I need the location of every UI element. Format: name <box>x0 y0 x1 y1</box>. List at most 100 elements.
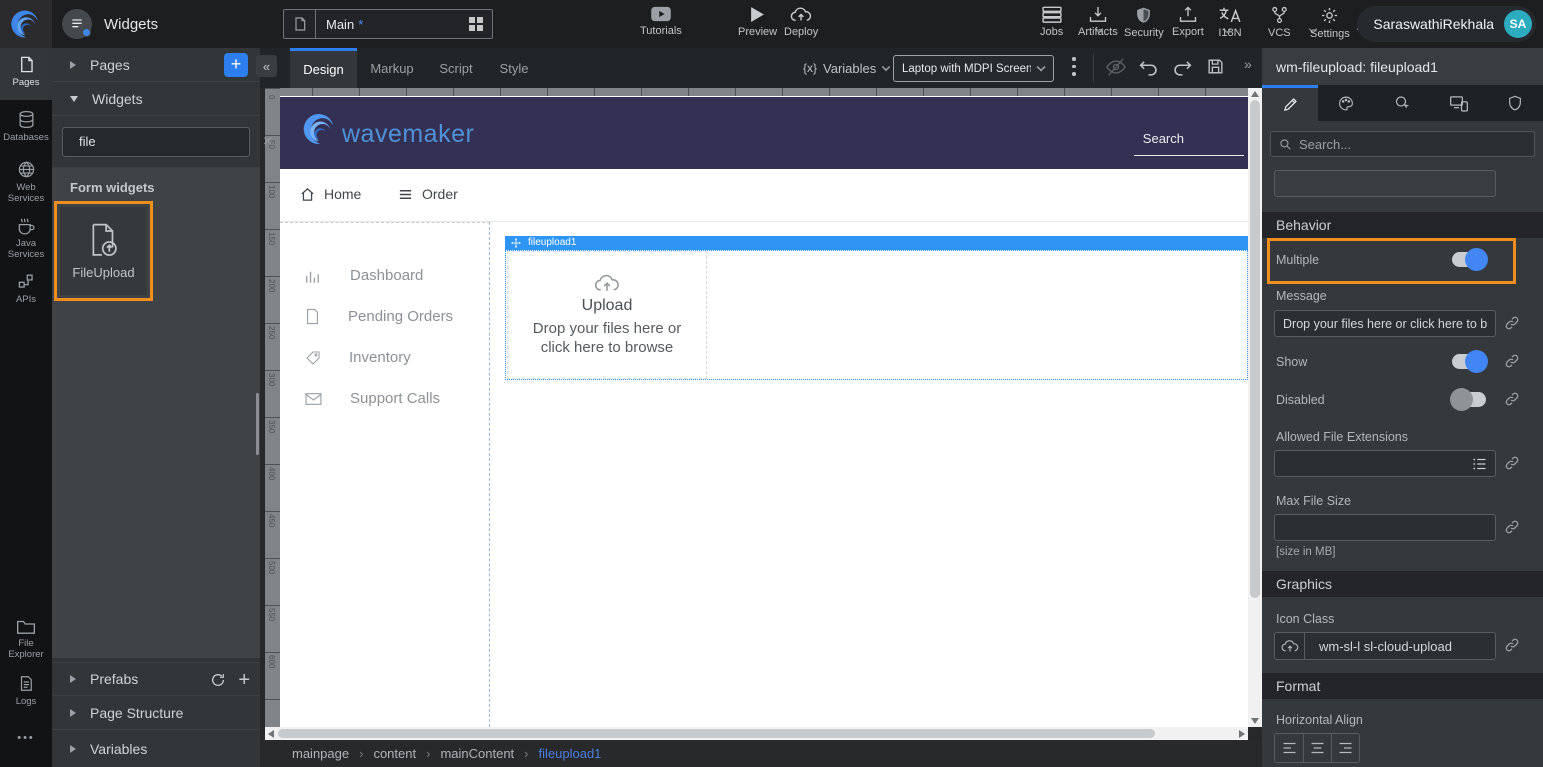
redo-icon[interactable] <box>1172 57 1193 77</box>
canvas-horizontal-scrollbar[interactable] <box>265 727 1248 740</box>
unlabeled-property-input[interactable] <box>1274 170 1496 197</box>
align-left-button[interactable] <box>1275 734 1303 762</box>
bind-extensions-icon[interactable] <box>1504 455 1520 471</box>
rail-item-pages[interactable]: Pages <box>0 48 52 100</box>
bind-disabled-icon[interactable] <box>1504 391 1520 407</box>
widget-selection-bar[interactable]: fileupload1 <box>505 236 1248 250</box>
tutorials-button[interactable]: Tutorials <box>640 6 682 37</box>
rail-item-java-services[interactable]: Java Services <box>0 216 52 260</box>
scroll-left-arrow[interactable] <box>268 730 274 738</box>
scroll-up-arrow[interactable] <box>1251 91 1259 97</box>
app-nav-home[interactable]: Home <box>300 186 361 202</box>
side-nav-support-calls[interactable]: Support Calls <box>305 390 440 407</box>
page-structure-section-header[interactable]: Page Structure <box>52 696 260 730</box>
left-panel-scrollbar[interactable] <box>256 393 259 455</box>
align-right-button[interactable] <box>1331 734 1359 762</box>
deploy-button[interactable]: Deploy <box>784 6 818 38</box>
api-nodes-icon <box>17 272 36 291</box>
max-file-size-input[interactable] <box>1274 514 1496 541</box>
tab-events[interactable] <box>1374 85 1430 121</box>
canvas-vertical-scrollbar[interactable] <box>1248 88 1262 727</box>
widget-search-input[interactable] <box>79 134 255 149</box>
settings-button[interactable]: Settings <box>1310 6 1350 40</box>
pages-section-header[interactable]: Pages + <box>52 48 260 82</box>
tab-markup[interactable]: Markup <box>359 48 425 88</box>
app-search-link[interactable]: Search <box>1143 131 1184 146</box>
project-switcher[interactable]: Widgets <box>62 0 298 48</box>
hide-outlines-icon[interactable] <box>1105 57 1127 77</box>
icon-class-field[interactable]: wm-sl-l sl-cloud-upload <box>1274 632 1496 660</box>
tab-style[interactable]: Style <box>487 48 541 88</box>
add-prefab-button[interactable]: + <box>238 669 250 692</box>
bind-message-icon[interactable] <box>1504 315 1520 331</box>
refresh-icon[interactable] <box>210 672 226 688</box>
clear-search-icon[interactable]: × <box>263 133 272 151</box>
side-nav-dashboard[interactable]: Dashboard <box>305 267 423 284</box>
property-search-box[interactable] <box>1270 131 1535 157</box>
bind-icon-class-icon[interactable] <box>1504 637 1520 653</box>
multiple-toggle[interactable] <box>1452 252 1486 267</box>
prefabs-section-header[interactable]: Prefabs + <box>52 662 260 696</box>
breadcrumb-fileupload1[interactable]: fileupload1 <box>539 746 602 761</box>
message-input[interactable] <box>1274 310 1496 337</box>
breadcrumb-content[interactable]: content <box>373 746 416 761</box>
i18n-button[interactable]: I18N <box>1218 6 1242 39</box>
canvas-more-menu[interactable] <box>1072 57 1076 80</box>
tab-security[interactable] <box>1487 85 1543 121</box>
allowed-file-extensions-input[interactable] <box>1274 450 1464 477</box>
property-search-input[interactable] <box>1299 137 1526 152</box>
add-page-button[interactable]: + <box>224 53 248 77</box>
variables-button[interactable]: {x} Variables <box>803 48 890 88</box>
globe-icon <box>17 160 36 179</box>
variables-section-header[interactable]: Variables <box>52 730 260 767</box>
jobs-button[interactable]: Jobs <box>1040 6 1063 38</box>
vertical-scroll-thumb[interactable] <box>1250 100 1260 598</box>
tab-properties[interactable] <box>1262 85 1318 121</box>
show-toggle[interactable] <box>1452 354 1486 369</box>
horizontal-scroll-thumb[interactable] <box>278 729 1155 738</box>
breadcrumb-mainpage[interactable]: mainpage <box>292 746 349 761</box>
artifacts-button[interactable]: Artifacts <box>1078 6 1118 38</box>
collapse-right-panel-button[interactable]: » <box>1244 56 1252 72</box>
device-select[interactable]: Laptop with MDPI Screen <box>893 55 1054 82</box>
widget-search-box[interactable]: × <box>62 127 250 157</box>
page-canvas[interactable]: wavemaker Search Home <box>280 96 1248 727</box>
rail-more-button[interactable]: ••• <box>0 732 52 744</box>
app-nav-order[interactable]: Order <box>398 186 458 202</box>
rail-item-databases[interactable]: Databases <box>0 110 52 143</box>
bind-show-icon[interactable] <box>1504 353 1520 369</box>
vcs-button[interactable]: VCS <box>1268 6 1291 39</box>
security-button[interactable]: Security <box>1124 6 1164 39</box>
collapse-left-panel-button[interactable]: « <box>256 55 277 77</box>
fileupload-dropzone[interactable]: Upload Drop your files here or click her… <box>507 251 707 379</box>
user-menu[interactable]: SaraswathiRekhala SA <box>1357 6 1536 42</box>
grid-icon[interactable] <box>468 16 484 32</box>
widgets-section-header[interactable]: Widgets <box>52 82 260 116</box>
side-nav-inventory[interactable]: Inventory <box>305 349 411 366</box>
fileupload-widget[interactable]: fileupload1 Upload Drop your files here … <box>505 236 1248 380</box>
tab-styles[interactable] <box>1318 85 1374 121</box>
save-icon[interactable] <box>1206 57 1225 76</box>
export-button[interactable]: Export <box>1172 6 1204 38</box>
widget-tile-fileupload[interactable]: FileUpload <box>60 207 147 295</box>
extensions-list-button[interactable] <box>1463 450 1496 477</box>
rail-item-web-services[interactable]: Web Services <box>0 160 52 204</box>
side-nav-pending-orders[interactable]: Pending Orders <box>305 308 453 325</box>
undo-icon[interactable] <box>1138 57 1159 77</box>
scroll-right-arrow[interactable] <box>1239 730 1245 738</box>
preview-button[interactable]: Preview <box>738 6 777 38</box>
rail-item-logs[interactable]: Logs <box>0 674 52 707</box>
tab-script[interactable]: Script <box>427 48 485 88</box>
breadcrumb-maincontent[interactable]: mainContent <box>440 746 514 761</box>
align-center-button[interactable] <box>1303 734 1331 762</box>
open-page-tab[interactable]: Main * <box>283 9 493 39</box>
disabled-toggle[interactable] <box>1452 392 1486 407</box>
rail-item-apis[interactable]: APIs <box>0 272 52 305</box>
bind-max-file-size-icon[interactable] <box>1504 519 1520 535</box>
tab-design[interactable]: Design <box>290 48 357 88</box>
wavemaker-logo[interactable] <box>0 0 52 48</box>
show-label: Show <box>1276 355 1307 369</box>
rail-item-file-explorer[interactable]: File Explorer <box>0 618 52 660</box>
scroll-down-arrow[interactable] <box>1251 718 1259 724</box>
tab-devices[interactable] <box>1431 85 1487 121</box>
